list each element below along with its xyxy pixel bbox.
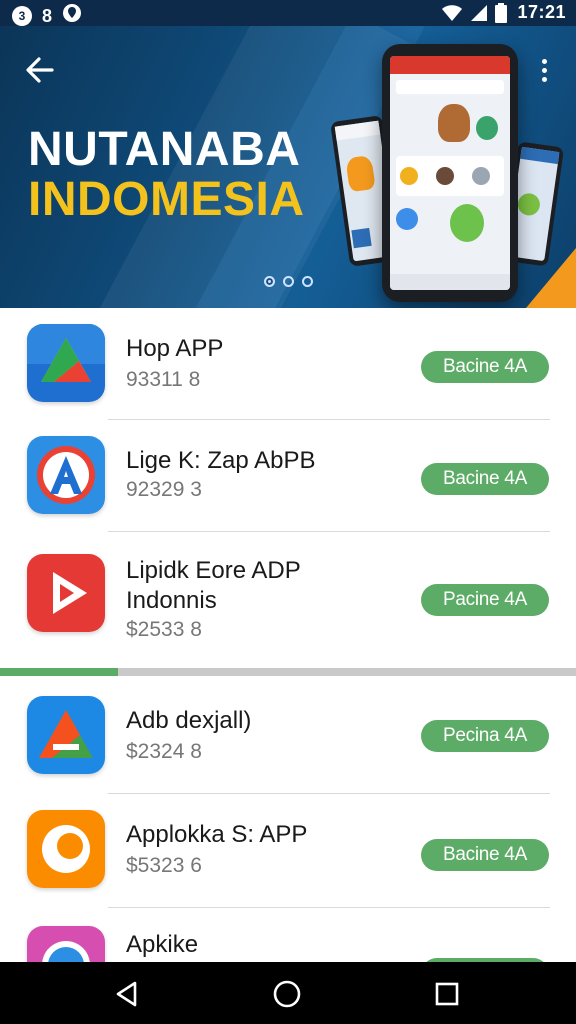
install-button[interactable]: Bacine 4A — [421, 351, 549, 383]
phone-illustration-main — [382, 44, 518, 302]
home-circle-icon — [273, 980, 301, 1008]
app-name-line2: Indonnis — [126, 587, 217, 614]
pager-dot[interactable] — [283, 276, 294, 287]
triangle-arrow-icon — [27, 696, 105, 774]
more-vert-icon — [541, 58, 547, 64]
app-price: 93311 8 — [126, 368, 201, 391]
banner-title-line2: INDOMESIA — [28, 173, 305, 226]
app-name: Hop APP — [126, 335, 224, 362]
back-button[interactable] — [20, 50, 60, 90]
app-name: Lige K: Zap AbPB — [126, 447, 316, 474]
status-time: 17:21 — [517, 2, 566, 22]
navigation-bar — [0, 962, 576, 1024]
list-item[interactable]: Lige K: Zap AbPB 92329 3 Bacine 4A — [0, 420, 576, 532]
location-icon — [62, 3, 82, 28]
promo-banner[interactable]: NUTANABA INDOMESIA — [0, 26, 576, 308]
app-price: $2324 8 — [126, 740, 202, 763]
status-left-icons: 3 8 — [12, 3, 82, 28]
install-button[interactable]: Bacine 4A — [421, 839, 549, 871]
pager-dot-active[interactable] — [264, 276, 275, 287]
list-item[interactable]: Adb dexjall) $2324 8 Pecina 4A — [0, 680, 576, 794]
app-price: $2533 8 — [126, 618, 202, 641]
wifi-icon — [441, 4, 463, 22]
section-divider — [0, 668, 576, 676]
status-bar: 3 8 17:21 — [0, 0, 576, 26]
back-triangle-icon — [116, 981, 137, 1007]
banner-pager[interactable] — [264, 276, 313, 287]
letter-c-icon — [27, 810, 105, 888]
notification-badge-icon: 3 — [12, 5, 32, 26]
battery-icon — [495, 2, 508, 23]
nav-recents-button[interactable] — [430, 977, 464, 1011]
cell-signal-icon — [469, 4, 489, 22]
install-button[interactable]: Pacine 4A — [421, 584, 549, 616]
list-item[interactable]: Apkike — [0, 908, 576, 962]
nav-home-button[interactable] — [270, 977, 304, 1011]
list-item[interactable]: Hop APP 93311 8 Bacine 4A — [0, 308, 576, 420]
compass-icon — [27, 926, 105, 962]
list-item[interactable]: Lipidk Eore ADP Indonnis $2533 8 Pacine … — [0, 532, 576, 668]
number-8-icon: 8 — [41, 5, 52, 26]
letter-a-circle-icon — [27, 436, 105, 514]
app-name: Applokka S: APP — [126, 821, 308, 848]
drive-triangle-icon — [27, 324, 105, 402]
banner-title-line1: NUTANABA — [28, 123, 301, 176]
pager-dot[interactable] — [302, 276, 313, 287]
status-right-icons: 17:21 — [441, 2, 566, 23]
install-button[interactable]: Pecina 4A — [421, 720, 549, 752]
app-name: Apkike — [126, 931, 199, 958]
recents-square-icon — [435, 982, 459, 1006]
nav-back-button[interactable] — [110, 977, 144, 1011]
app-price: 92329 3 — [126, 478, 202, 501]
play-icon — [27, 554, 105, 632]
app-price: $5323 6 — [126, 854, 202, 877]
list-item[interactable]: Applokka S: APP $5323 6 Bacine 4A — [0, 794, 576, 908]
app-name: Lipidk Eore ADP — [126, 557, 301, 584]
arrow-left-icon — [26, 57, 54, 83]
more-options-button[interactable] — [536, 54, 552, 86]
install-button[interactable]: Bacine 4A — [421, 463, 549, 495]
app-name: Adb dexjall) — [126, 707, 252, 734]
